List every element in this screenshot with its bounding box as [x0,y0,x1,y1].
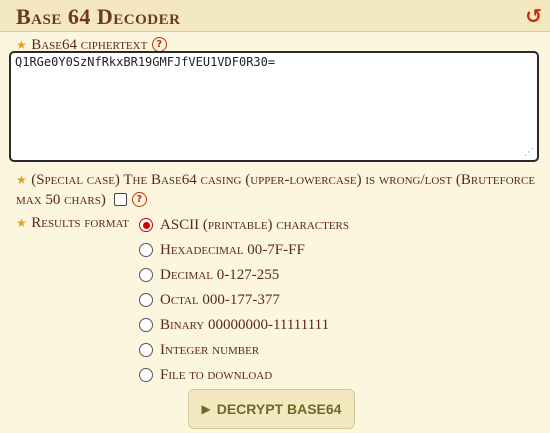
play-icon: ▶ [201,402,211,416]
radio-button[interactable] [139,293,153,307]
format-option-label: File to download [160,366,273,383]
radio-button[interactable] [139,318,153,332]
bruteforce-checkbox[interactable] [114,193,128,207]
format-option-integer[interactable]: Integer number [139,340,259,360]
radio-button[interactable] [139,218,153,232]
decrypt-button[interactable]: ▶ DECRYPT BASE64 [188,389,355,429]
star-icon: ★ [16,173,27,187]
format-option-label: ASCII (printable) characters [160,216,350,233]
format-option-label: Octal 000-177-377 [160,291,280,308]
special-case-label: (Special case) The Base64 casing (upper-… [16,172,536,208]
format-option-ascii[interactable]: ASCII (printable) characters [139,215,349,235]
radio-button[interactable] [139,368,153,382]
special-case-row: ★ (Special case) The Base64 casing (uppe… [16,170,536,210]
radio-button[interactable] [139,243,153,257]
ciphertext-input[interactable] [9,51,539,162]
radio-button[interactable] [139,343,153,357]
format-option-label: Decimal 0-127-255 [160,266,280,283]
format-option-label: Integer number [160,341,260,358]
results-format-label-row: ★ Results format [16,214,129,232]
radio-button[interactable] [139,268,153,282]
page-title: Base 64 Decoder [16,4,181,29]
undo-arrow-icon[interactable]: ↺ [525,4,542,28]
format-option-hexadecimal[interactable]: Hexadecimal 00-7F-FF [139,240,305,260]
decrypt-button-label: DECRYPT BASE64 [216,401,342,417]
star-icon: ★ [16,216,27,230]
format-option-label: Binary 00000000-11111111 [160,316,330,333]
tool-header: Base 64 Decoder ↺ [0,0,550,32]
format-option-octal[interactable]: Octal 000-177-377 [139,290,280,310]
format-option-decimal[interactable]: Decimal 0-127-255 [139,265,279,285]
format-option-file[interactable]: File to download [139,365,272,385]
resize-grip-icon[interactable]: ⋰ [524,148,534,158]
results-format-label: Results format [31,215,129,231]
star-icon: ★ [16,38,27,52]
format-option-binary[interactable]: Binary 00000000-11111111 [139,315,329,335]
format-option-label: Hexadecimal 00-7F-FF [160,241,305,258]
help-icon[interactable]: ? [131,192,147,208]
